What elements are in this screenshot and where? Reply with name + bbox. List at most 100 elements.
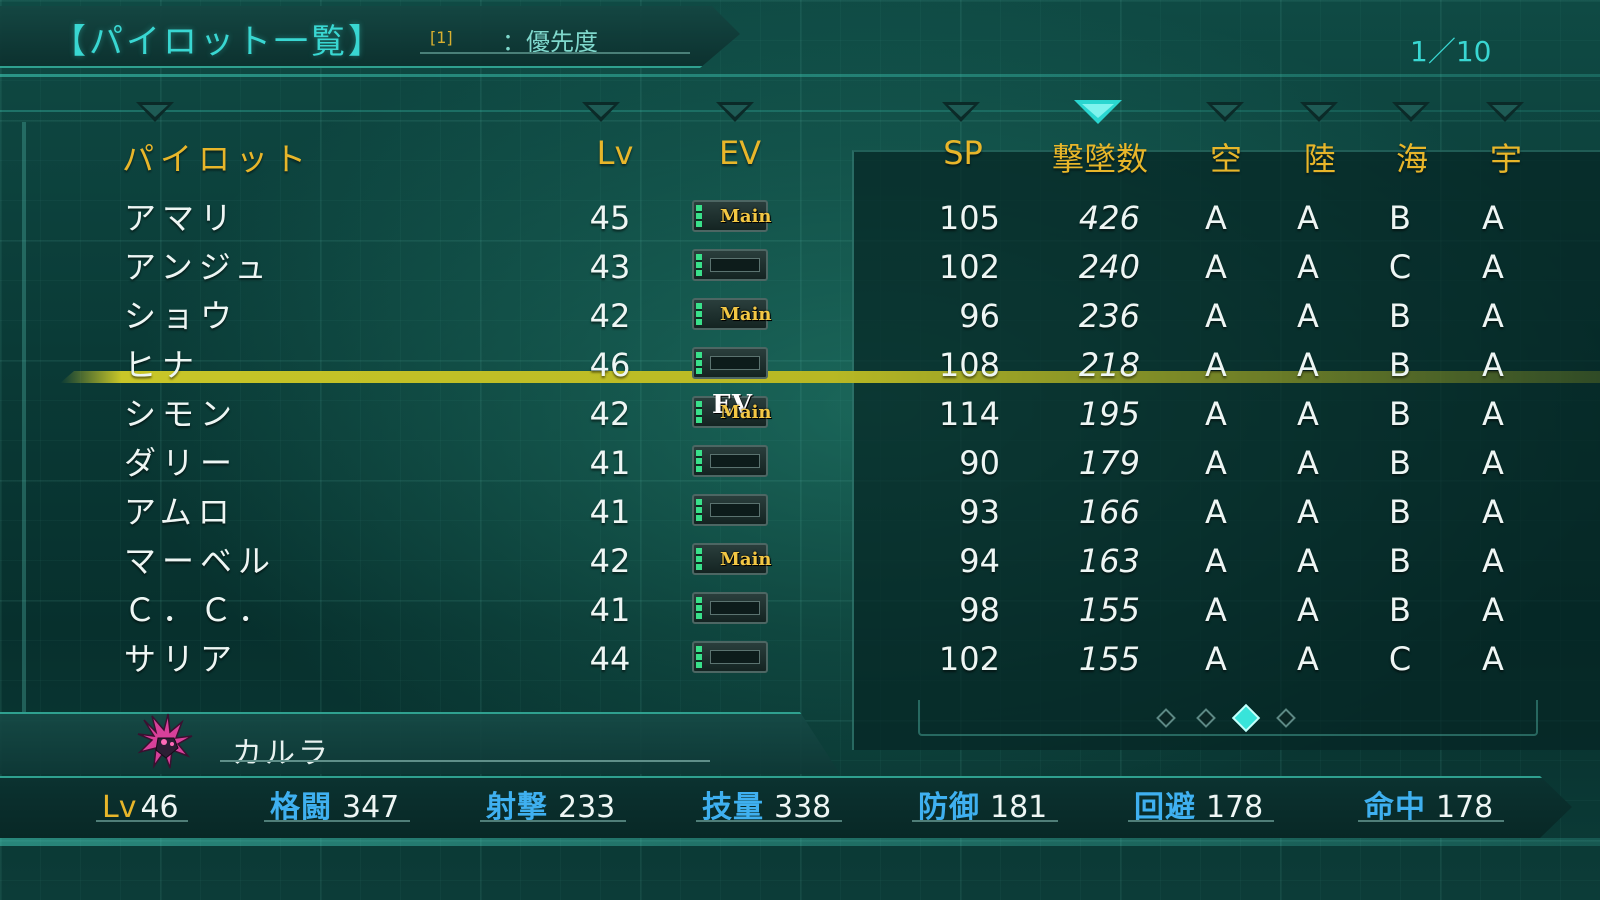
pilot-rank-sea: B xyxy=(1389,199,1411,237)
pilot-rank-sea: C xyxy=(1388,640,1412,678)
pilot-rank-space: A xyxy=(1482,346,1504,384)
ev-slot-icon: Main xyxy=(692,200,772,232)
pilot-rank-air: A xyxy=(1205,297,1227,335)
sort-arrow-air-icon[interactable] xyxy=(1206,102,1244,122)
ev-gauge-icon xyxy=(696,548,702,570)
pilot-name: アンジュ xyxy=(124,248,273,286)
column-header-pilot[interactable]: パイロット xyxy=(122,134,312,180)
ev-slot-icon xyxy=(692,347,768,379)
column-header-ev[interactable]: EV xyxy=(700,134,780,172)
sort-arrow-lv-icon[interactable] xyxy=(582,102,620,122)
column-header-space[interactable]: 宇 xyxy=(1476,134,1536,180)
ev-empty-screen xyxy=(710,454,760,468)
divider xyxy=(0,74,1600,77)
pilot-rank-sea: B xyxy=(1389,346,1411,384)
pilot-rank-space: A xyxy=(1482,199,1504,237)
ev-slot-icon: Main xyxy=(692,298,772,330)
pilot-rank-air: A xyxy=(1205,640,1227,678)
ev-gauge-icon xyxy=(696,401,702,423)
sort-arrow-sp-icon[interactable] xyxy=(942,102,980,122)
pilot-rank-land: A xyxy=(1297,640,1319,678)
sort-arrow-sea-icon[interactable] xyxy=(1392,102,1430,122)
pilot-name: サリア xyxy=(124,640,239,678)
ev-gauge-icon xyxy=(696,499,702,521)
column-header-kills[interactable]: 撃墜数 xyxy=(1030,134,1170,180)
stat-underline xyxy=(96,820,188,822)
selected-pilot-name: カルラ xyxy=(232,736,331,771)
ev-gauge-icon xyxy=(696,205,702,227)
pilot-name: ヒナ xyxy=(124,346,201,384)
ev-slot-icon: Main xyxy=(692,543,772,575)
column-header-sp[interactable]: SP xyxy=(918,134,1008,172)
column-header-air[interactable]: 空 xyxy=(1196,134,1256,180)
table-row[interactable]: マーベル 42 94 163 A A B A Main xyxy=(0,537,1600,586)
name-underline xyxy=(220,760,710,762)
ev-empty-screen xyxy=(710,601,760,615)
pilot-rank-sea: C xyxy=(1388,248,1412,286)
pilot-lv: 41 xyxy=(589,591,631,629)
pilot-kills: 163 xyxy=(1078,542,1140,580)
pilot-rank-air: A xyxy=(1205,199,1227,237)
pilot-lv: 41 xyxy=(589,444,631,482)
pilot-name: アマリ xyxy=(124,199,239,237)
table-row[interactable]: ダリー 41 90 179 A A B A xyxy=(0,439,1600,488)
pilot-rank-land: A xyxy=(1297,542,1319,580)
pilot-sp: 90 xyxy=(959,444,1000,482)
pilot-rank-sea: B xyxy=(1389,297,1411,335)
pilot-kills: 195 xyxy=(1078,395,1140,433)
sort-arrow-land-icon[interactable] xyxy=(1300,102,1338,122)
ev-gauge-icon xyxy=(696,303,702,325)
table-row[interactable]: サリア 44 102 155 A A C A xyxy=(0,635,1600,684)
stat-underline xyxy=(912,820,1058,822)
table-row[interactable]: ショウ 42 96 236 A A B A Main xyxy=(0,292,1600,341)
ev-gauge-icon xyxy=(696,254,702,276)
pilot-sp: 114 xyxy=(938,395,1000,433)
pilot-rank-space: A xyxy=(1482,591,1504,629)
stat-underline xyxy=(1128,820,1274,822)
table-row[interactable]: アマリ 45 105 426 A A B A Main xyxy=(0,194,1600,243)
pilot-rank-air: A xyxy=(1205,542,1227,580)
pilot-rank-air: A xyxy=(1205,591,1227,629)
pilot-lv: 41 xyxy=(589,493,631,531)
pilot-kills: 426 xyxy=(1078,199,1140,237)
stat-ranged: 射撃 233 xyxy=(486,788,615,828)
ev-slot-icon: EV Main xyxy=(692,390,772,428)
pilot-name: シモン xyxy=(124,395,239,433)
table-row[interactable]: Ｃ．Ｃ． 41 98 155 A A B A xyxy=(0,586,1600,635)
ev-main-badge: Main xyxy=(720,304,772,325)
column-header-lv[interactable]: Lv xyxy=(580,134,650,172)
table-row[interactable]: シモン 42 114 195 A A B A EV Main xyxy=(0,390,1600,439)
sort-arrow-pilot-icon[interactable] xyxy=(136,102,174,122)
pilot-lv: 43 xyxy=(589,248,631,286)
pilot-rank-space: A xyxy=(1482,640,1504,678)
table-row[interactable]: アンジュ 43 102 240 A A C A xyxy=(0,243,1600,292)
pilot-name: ダリー xyxy=(124,444,239,482)
pilot-rank-sea: B xyxy=(1389,444,1411,482)
pilot-sp: 94 xyxy=(959,542,1000,580)
stat-melee: 格闘 347 xyxy=(270,788,399,828)
pilot-rank-land: A xyxy=(1297,297,1319,335)
sort-arrow-space-icon[interactable] xyxy=(1486,102,1524,122)
pilot-lv: 45 xyxy=(589,199,631,237)
page-title: 【パイロット一覧】 xyxy=(52,22,385,62)
pilot-name: ショウ xyxy=(124,297,239,335)
sort-arrow-ev-icon[interactable] xyxy=(716,102,754,122)
ev-gauge-icon xyxy=(696,646,702,668)
pilot-rank-air: A xyxy=(1205,395,1227,433)
ev-main-badge: Main xyxy=(720,206,772,227)
pilot-kills: 155 xyxy=(1078,640,1140,678)
pilot-rank-sea: B xyxy=(1389,395,1411,433)
pilot-rank-sea: B xyxy=(1389,493,1411,531)
column-header-land[interactable]: 陸 xyxy=(1290,134,1350,180)
table-row[interactable]: アムロ 41 93 166 A A B A xyxy=(0,488,1600,537)
table-row[interactable]: ヒナ 46 108 218 A A B A xyxy=(0,341,1600,390)
pilot-lv: 42 xyxy=(589,395,631,433)
pilot-kills: 166 xyxy=(1078,493,1140,531)
sort-arrow-kills-active-icon[interactable] xyxy=(1074,100,1122,124)
pilot-rank-space: A xyxy=(1482,395,1504,433)
column-header-sea[interactable]: 海 xyxy=(1382,134,1442,180)
stat-underline xyxy=(1358,820,1504,822)
stat-accuracy: 命中 178 xyxy=(1364,788,1493,828)
stats-bar-glow xyxy=(0,838,1600,846)
sort-key-hint: [1] xyxy=(430,28,453,47)
